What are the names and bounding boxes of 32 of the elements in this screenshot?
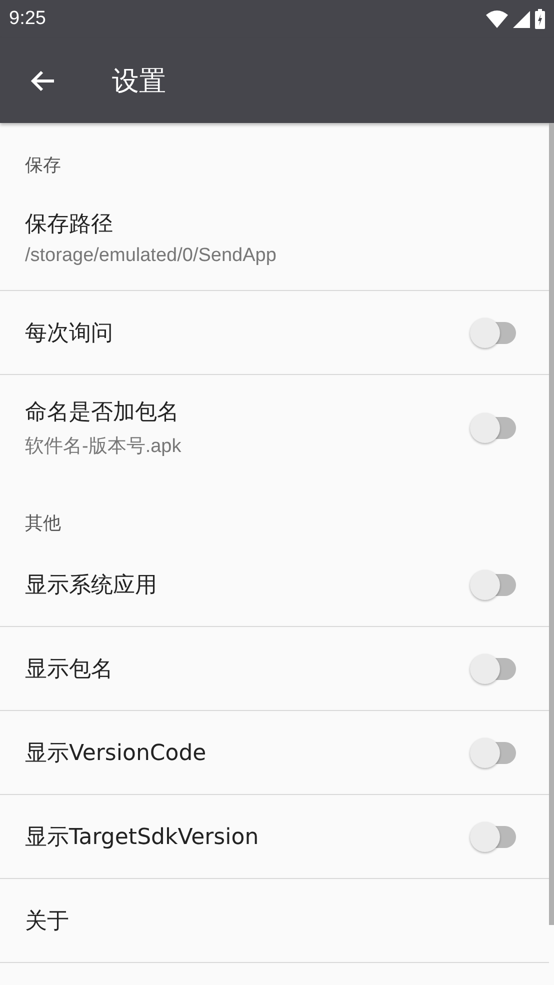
battery-charging-icon (535, 9, 545, 29)
toolbar-title: 设置 (112, 64, 166, 98)
preference-title: 每次询问 (25, 320, 114, 348)
preference-item[interactable]: 关于 (0, 879, 549, 963)
preference-item[interactable]: 显示系统应用 (0, 543, 549, 627)
preference-title: 命名是否加包名 (25, 399, 180, 427)
preference-summary: 软件名-版本号.apk (25, 435, 182, 459)
preference-summary: /storage/emulated/0/SendApp (25, 244, 278, 266)
toggle-switch[interactable] (469, 316, 517, 350)
toggle-switch[interactable] (469, 568, 517, 602)
preference-title: 显示TargetSdkVersion (25, 824, 260, 852)
toggle-switch[interactable] (469, 736, 517, 770)
preference-title: 显示VersionCode (25, 740, 208, 768)
category-header: 保存 (25, 154, 61, 177)
preference-item[interactable]: 命名是否加包名 软件名-版本号.apk (0, 375, 549, 481)
preference-item[interactable]: 显示包名 (0, 627, 549, 711)
preference-item[interactable]: 每次询问 (0, 291, 549, 375)
preference-item[interactable]: 显示TargetSdkVersion (0, 795, 549, 879)
back-arrow-icon[interactable] (30, 68, 56, 92)
toggle-switch[interactable] (469, 652, 517, 686)
scrollbar[interactable] (549, 123, 554, 925)
toggle-switch[interactable] (469, 411, 517, 445)
preference-title: 显示系统应用 (25, 572, 158, 600)
toggle-switch[interactable] (469, 820, 517, 854)
signal-icon (513, 10, 530, 28)
preference-item[interactable]: 显示VersionCode (0, 711, 549, 795)
preference-title: 显示包名 (25, 656, 114, 684)
wifi-icon (486, 10, 508, 28)
category-header: 其他 (25, 512, 61, 535)
preference-title: 保存路径 (25, 210, 114, 238)
preference-title: 关于 (25, 908, 70, 936)
status-time: 9:25 (9, 8, 46, 30)
